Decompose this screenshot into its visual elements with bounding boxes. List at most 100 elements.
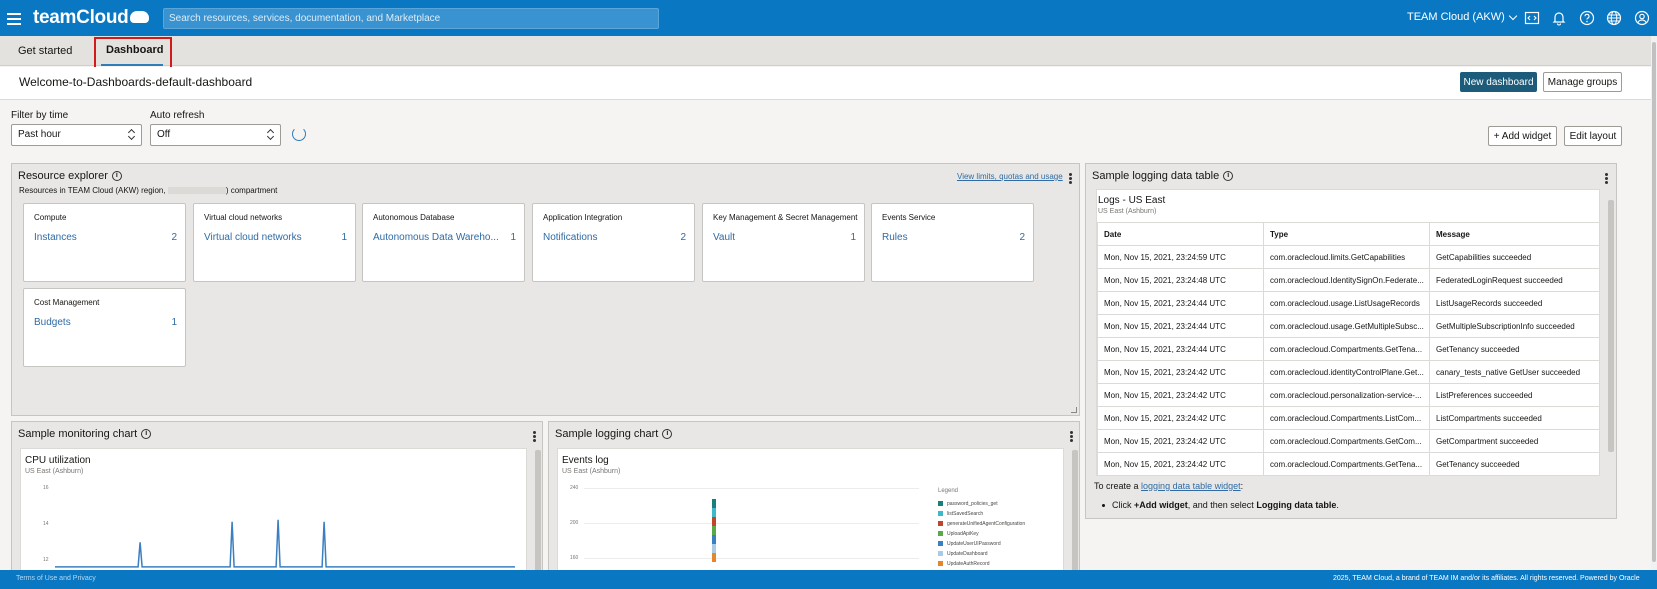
more-options-icon[interactable] <box>1069 173 1072 184</box>
cpu-line-chart <box>55 519 515 568</box>
manage-groups-button[interactable]: Manage groups <box>1543 72 1622 92</box>
info-icon[interactable]: i <box>141 429 152 439</box>
region-selector[interactable]: TEAM Cloud (AKW) <box>1407 11 1518 23</box>
resource-link[interactable]: Rules <box>882 232 908 243</box>
legend-item[interactable]: UpdateUserUIPassword <box>938 541 1001 547</box>
logging-data-table-widget-link[interactable]: logging data table widget <box>1141 481 1241 491</box>
new-dashboard-button[interactable]: New dashboard <box>1460 72 1537 92</box>
table-row[interactable]: Mon, Nov 15, 2021, 23:24:44 UTC com.oracl… <box>1097 314 1600 338</box>
refresh-icon[interactable] <box>292 127 306 141</box>
table-row[interactable]: Mon, Nov 15, 2021, 23:24:42 UTC com.oracl… <box>1097 406 1600 430</box>
terms-link[interactable]: Terms of Use and Privacy <box>16 575 96 582</box>
info-icon[interactable]: i <box>111 171 122 181</box>
legend-swatch <box>938 551 943 557</box>
add-widget-button[interactable]: + Add widget <box>1488 126 1557 146</box>
panel-subtitle: US East (Ashburn) <box>25 468 84 475</box>
help-icon[interactable] <box>1579 10 1595 26</box>
legend-item[interactable]: generateUnifiedAgentConfiguration <box>938 521 1025 527</box>
column-header[interactable]: Date <box>1097 222 1264 246</box>
gridline <box>584 488 919 489</box>
bar-segment <box>712 553 716 562</box>
table-row[interactable]: Mon, Nov 15, 2021, 23:24:44 UTC com.oracl… <box>1097 337 1600 361</box>
resource-card[interactable]: Events Service Rules 2 <box>871 203 1034 282</box>
legend-item[interactable]: listSavedSearch <box>938 511 983 517</box>
bell-icon[interactable] <box>1551 10 1567 26</box>
resource-count: 1 <box>510 232 516 243</box>
filter-time-select[interactable]: Past hour <box>11 124 142 146</box>
panel-title: Events log <box>562 455 609 466</box>
resource-count: 2 <box>171 232 177 243</box>
monitoring-chart-widget: Sample monitoring chart i CPU utilization… <box>11 421 543 571</box>
table-row[interactable]: Mon, Nov 15, 2021, 23:24:42 UTC com.oracl… <box>1097 383 1600 407</box>
resource-card[interactable]: Compute Instances 2 <box>23 203 186 282</box>
legend-label: UploadApiKey <box>947 531 979 537</box>
auto-refresh-label: Auto refresh <box>150 110 205 121</box>
widget-title: Sample monitoring chart i <box>18 428 152 440</box>
table-row[interactable]: Mon, Nov 15, 2021, 23:24:44 UTC com.oracl… <box>1097 291 1600 315</box>
resource-count: 1 <box>850 232 856 243</box>
user-icon[interactable] <box>1634 10 1650 26</box>
legend-swatch <box>938 511 943 517</box>
page-title: Welcome-to-Dashboards-default-dashboard <box>19 75 253 89</box>
legend-swatch <box>938 521 943 527</box>
resource-card[interactable]: Virtual cloud networks Virtual cloud net… <box>193 203 356 282</box>
table-row[interactable]: Mon, Nov 15, 2021, 23:24:42 UTC com.oracl… <box>1097 360 1600 384</box>
brand-logo[interactable]: teamCloud <box>33 7 150 29</box>
widget-title: Resource explorer i <box>18 170 122 182</box>
resource-link[interactable]: Autonomous Data Wareho... <box>373 232 499 243</box>
cpu-chart-panel: CPU utilization US East (Ashburn) 16 14 … <box>20 448 527 570</box>
table-row[interactable]: Mon, Nov 15, 2021, 23:24:42 UTC com.oracl… <box>1097 452 1600 476</box>
resource-card[interactable]: Autonomous Database Autonomous Data Ware… <box>362 203 525 282</box>
legend-item[interactable]: UploadApiKey <box>938 531 979 537</box>
legend-item[interactable]: password_policies_get <box>938 501 998 507</box>
more-options-icon[interactable] <box>533 431 536 442</box>
search-input[interactable] <box>163 8 659 29</box>
tab-get-started[interactable]: Get started <box>18 45 72 57</box>
more-options-icon[interactable] <box>1070 431 1073 442</box>
info-icon[interactable]: i <box>1223 171 1234 181</box>
legend-label: UpdateUserUIPassword <box>947 541 1001 547</box>
widget-subtitle: Resources in TEAM Cloud (AKW) region, ) … <box>19 186 278 195</box>
resource-link[interactable]: Instances <box>34 232 77 243</box>
legend-item[interactable]: UpdateAuthRecord <box>938 561 990 567</box>
info-icon[interactable]: i <box>662 429 673 439</box>
logs-table: Date Type Message Mon, Nov 15, 2021, 23:… <box>1097 222 1600 476</box>
scrollbar[interactable] <box>1072 450 1078 570</box>
table-row[interactable]: Mon, Nov 15, 2021, 23:24:59 UTC com.oracl… <box>1097 245 1600 269</box>
select-arrows-icon <box>129 129 135 141</box>
view-limits-link[interactable]: View limits, quotas and usage <box>957 172 1063 181</box>
page-scrollbar[interactable] <box>1651 36 1657 570</box>
resource-card[interactable]: Application Integration Notifications 2 <box>532 203 695 282</box>
table-row[interactable]: Mon, Nov 15, 2021, 23:24:48 UTC com.oracl… <box>1097 268 1600 292</box>
copyright-text: 2025, TEAM Cloud, a brand of TEAM IM and… <box>1333 575 1640 582</box>
panel-title: Logs - US East <box>1098 195 1166 206</box>
legend-title: Legend <box>938 488 959 494</box>
legend-label: UpdateAuthRecord <box>947 561 990 567</box>
y-tick-label: 12 <box>43 557 49 563</box>
resource-link[interactable]: Virtual cloud networks <box>204 232 302 243</box>
filter-bar: Filter by time Past hour Auto refresh Of… <box>0 101 1651 158</box>
column-header[interactable]: Type <box>1263 222 1430 246</box>
chevron-down-icon <box>1508 11 1518 20</box>
resource-link[interactable]: Budgets <box>34 317 71 328</box>
column-header[interactable]: Message <box>1429 222 1600 246</box>
auto-refresh-select[interactable]: Off <box>150 124 281 146</box>
resize-handle[interactable] <box>1071 407 1077 413</box>
legend-item[interactable]: UpdateDashboard <box>938 551 988 557</box>
globe-icon[interactable] <box>1606 10 1622 26</box>
code-editor-icon[interactable] <box>1524 10 1540 26</box>
resource-link[interactable]: Vault <box>713 232 735 243</box>
table-row[interactable]: Mon, Nov 15, 2021, 23:24:42 UTC com.oracl… <box>1097 429 1600 453</box>
menu-icon[interactable] <box>7 12 21 25</box>
legend-swatch <box>938 501 943 507</box>
more-options-icon[interactable] <box>1605 173 1608 184</box>
resource-card[interactable]: Cost Management Budgets 1 <box>23 288 186 367</box>
bar-segment <box>712 535 716 544</box>
edit-layout-button[interactable]: Edit layout <box>1564 126 1622 146</box>
scrollbar[interactable] <box>535 450 541 570</box>
y-tick-label: 14 <box>43 521 49 527</box>
resource-card[interactable]: Key Management & Secret Management Vault… <box>702 203 865 282</box>
scrollbar[interactable] <box>1608 200 1614 452</box>
resource-link[interactable]: Notifications <box>543 232 597 243</box>
tip-text: To create a logging data table widget: <box>1094 481 1244 491</box>
